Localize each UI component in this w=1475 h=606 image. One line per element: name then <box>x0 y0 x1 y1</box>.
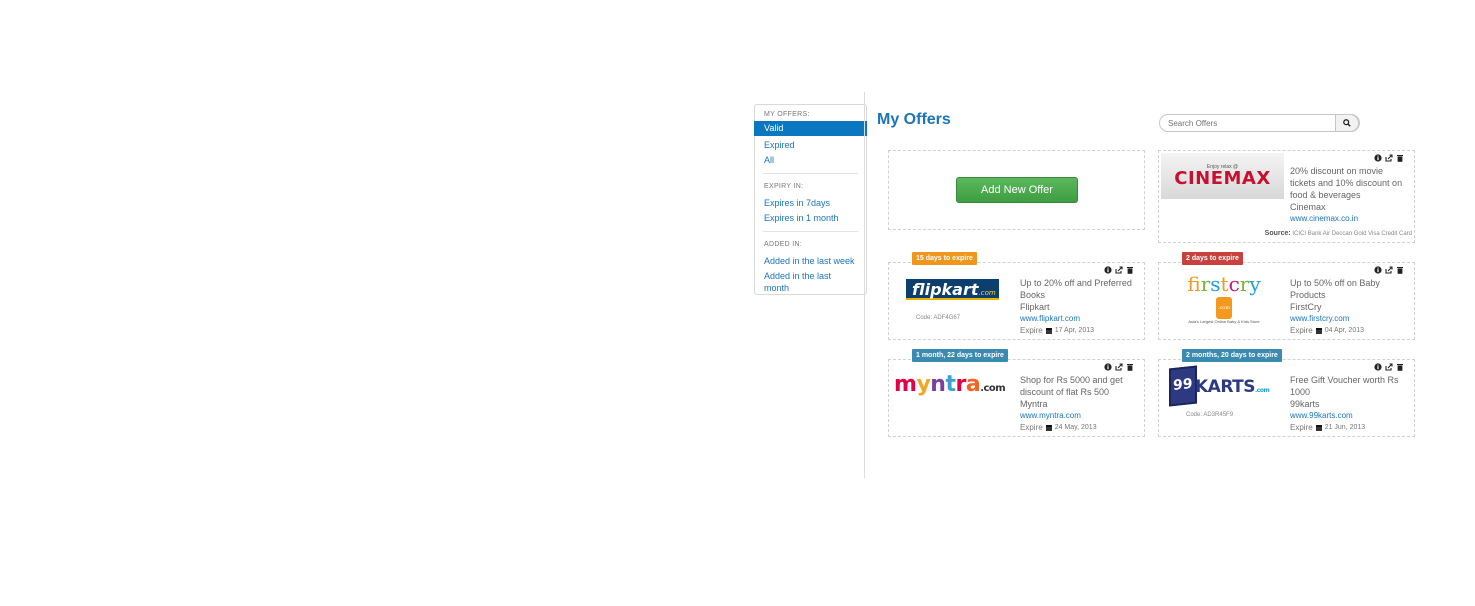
expire-label: Expire <box>1290 326 1313 335</box>
offer-card-cinemax: Enjoy relax @ CINEMAX 20% discount on mo… <box>1158 150 1415 243</box>
search-icon <box>1343 119 1351 127</box>
filter-added-last-week[interactable]: Added in the last week <box>755 255 866 267</box>
calendar-icon <box>1315 328 1322 334</box>
expire-label: Expire <box>1020 326 1043 335</box>
search-button[interactable] <box>1335 114 1359 132</box>
expire-date: 04 Apr, 2013 <box>1324 327 1365 334</box>
offer-description: 20% discount on movie tickets and 10% di… <box>1290 166 1403 200</box>
calendar-icon <box>1045 425 1052 431</box>
expire-date: 24 May, 2013 <box>1054 424 1097 431</box>
filter-expired[interactable]: Expired <box>755 139 866 151</box>
expire-label: Expire <box>1020 423 1043 432</box>
coupon-code: Code: AD3R45F9 <box>1186 412 1234 418</box>
cinemax-logo: Enjoy relax @ CINEMAX <box>1161 153 1284 199</box>
offer-details: Up to 20% off and Preferred Books Flipka… <box>1020 277 1138 337</box>
expiry-badge: 2 months, 20 days to expire <box>1182 349 1282 362</box>
search-input[interactable] <box>1168 117 1336 130</box>
expiry-badge: 2 days to expire <box>1182 252 1243 265</box>
offer-card-myntra: 1 month, 22 days to expire myntra.com Sh… <box>888 349 1145 437</box>
merchant-name: FirstCry <box>1290 302 1322 312</box>
share-icon[interactable] <box>1385 154 1393 162</box>
expire-row: Expire 17 Apr, 2013 <box>1020 325 1138 337</box>
merchant-link[interactable]: www.flipkart.com <box>1020 313 1138 325</box>
merchant-name: Flipkart <box>1020 302 1050 312</box>
search-box <box>1159 114 1360 132</box>
offers-filter-sidebar: MY OFFERS: Valid Expired All EXPIRY IN: … <box>754 104 867 295</box>
expire-row: Expire 21 Jun, 2013 <box>1290 422 1408 434</box>
expire-date: 21 Jun, 2013 <box>1324 424 1366 431</box>
merchant-name: Cinemax <box>1290 202 1326 212</box>
expiry-badge: 1 month, 22 days to expire <box>912 349 1008 362</box>
divider <box>763 173 858 174</box>
add-new-offer-button[interactable]: Add New Offer <box>956 177 1078 203</box>
firstcry-logo: firstcry .com Asia's Largest Online Baby… <box>1187 272 1261 324</box>
merchant-link[interactable]: www.99karts.com <box>1290 410 1408 422</box>
offer-details: 20% discount on movie tickets and 10% di… <box>1290 165 1408 225</box>
flipkart-logo: flipkart.com <box>906 279 999 300</box>
merchant-link[interactable]: www.firstcry.com <box>1290 313 1408 325</box>
source-label: Source: <box>1264 230 1291 237</box>
trash-icon[interactable] <box>1126 266 1134 274</box>
trash-icon[interactable] <box>1396 266 1404 274</box>
filter-expires-7days[interactable]: Expires in 7days <box>755 197 866 209</box>
merchant-name: Myntra <box>1020 399 1048 409</box>
calendar-icon <box>1315 425 1322 431</box>
trash-icon[interactable] <box>1396 154 1404 162</box>
offer-card-firstcry: 2 days to expire firstcry .com Asia's La… <box>1158 252 1415 340</box>
divider <box>763 231 858 232</box>
offer-description: Up to 20% off and Preferred Books <box>1020 278 1132 300</box>
myntra-logo: myntra.com <box>894 372 1006 397</box>
share-icon[interactable] <box>1115 266 1123 274</box>
add-offer-card: Add New Offer <box>888 150 1145 230</box>
offer-actions <box>1374 266 1404 274</box>
offer-actions <box>1104 266 1134 274</box>
offer-source: Source: ICICI Bank Air Deccan Gold Visa … <box>1265 230 1412 237</box>
offer-description: Shop for Rs 5000 and get discount of fla… <box>1020 375 1123 397</box>
info-icon[interactable] <box>1104 266 1112 274</box>
offer-card-flipkart: 15 days to expire flipkart.com Code: ADF… <box>888 252 1145 340</box>
filter-added-last-month[interactable]: Added in the last month <box>755 270 866 294</box>
share-icon[interactable] <box>1115 363 1123 371</box>
offer-details: Up to 50% off on Baby Products FirstCry … <box>1290 277 1408 337</box>
calendar-icon <box>1045 328 1052 334</box>
info-icon[interactable] <box>1374 154 1382 162</box>
expire-row: Expire 24 May, 2013 <box>1020 422 1138 434</box>
expire-date: 17 Apr, 2013 <box>1054 327 1095 334</box>
offer-description: Up to 50% off on Baby Products <box>1290 278 1380 300</box>
filter-valid[interactable]: Valid <box>754 121 867 136</box>
info-icon[interactable] <box>1104 363 1112 371</box>
column-divider <box>864 92 865 478</box>
offer-description: Free Gift Voucher worth Rs 1000 <box>1290 375 1399 397</box>
coupon-code: Code: ADF4G67 <box>916 315 961 321</box>
merchant-link[interactable]: www.cinemax.co.in <box>1290 213 1408 225</box>
expire-label: Expire <box>1290 423 1313 432</box>
added-heading: ADDED IN: <box>764 241 803 248</box>
trash-icon[interactable] <box>1126 363 1134 371</box>
info-icon[interactable] <box>1374 363 1382 371</box>
share-icon[interactable] <box>1385 266 1393 274</box>
source-value: ICICI Bank Air Deccan Gold Visa Credit C… <box>1292 231 1412 237</box>
info-icon[interactable] <box>1374 266 1382 274</box>
expire-row: Expire 04 Apr, 2013 <box>1290 325 1408 337</box>
offer-details: Free Gift Voucher worth Rs 1000 99karts … <box>1290 374 1408 434</box>
99karts-logo: 99 KARTS.com <box>1169 365 1281 407</box>
trash-icon[interactable] <box>1396 363 1404 371</box>
offer-card-99karts: 2 months, 20 days to expire 99 KARTS.com… <box>1158 349 1415 437</box>
share-icon[interactable] <box>1385 363 1393 371</box>
expiry-heading: EXPIRY IN: <box>764 183 804 190</box>
merchant-link[interactable]: www.myntra.com <box>1020 410 1138 422</box>
offer-actions <box>1104 363 1134 371</box>
filter-expires-1month[interactable]: Expires in 1 month <box>755 212 866 224</box>
offer-actions <box>1374 363 1404 371</box>
expiry-badge: 15 days to expire <box>912 252 977 265</box>
offer-actions <box>1374 154 1404 162</box>
merchant-name: 99karts <box>1290 399 1320 409</box>
filter-all[interactable]: All <box>755 154 866 166</box>
offer-details: Shop for Rs 5000 and get discount of fla… <box>1020 374 1138 434</box>
my-offers-heading: MY OFFERS: <box>764 111 810 118</box>
page-title: My Offers <box>877 111 951 128</box>
